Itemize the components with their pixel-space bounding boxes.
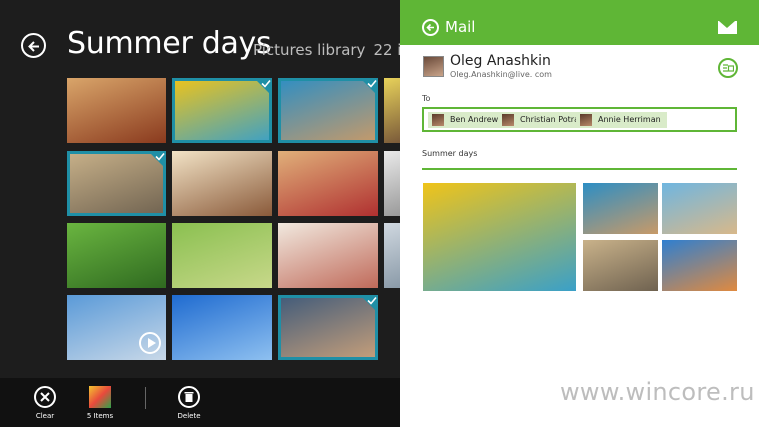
page-title: Summer days bbox=[67, 26, 272, 61]
screen: Summer days Pictures library 22 items Cle… bbox=[0, 0, 759, 427]
recipient-name: Annie Herriman bbox=[598, 115, 661, 124]
to-label: To bbox=[422, 94, 431, 103]
close-icon bbox=[34, 386, 56, 408]
send-mail-icon bbox=[723, 64, 734, 72]
recipient-chip[interactable]: Annie Herriman bbox=[576, 112, 667, 128]
mail-share-pane: Mail Oleg Anashkin Oleg.Anashkin@live. c… bbox=[400, 0, 759, 427]
send-button[interactable] bbox=[718, 58, 738, 78]
trash-icon bbox=[178, 386, 200, 408]
subject-field[interactable]: Summer days bbox=[422, 149, 477, 158]
mail-photo-jumping bbox=[662, 183, 737, 234]
photo-couple-pier[interactable] bbox=[278, 295, 378, 360]
library-subtitle: Pictures library 22 items bbox=[253, 41, 400, 59]
photos-app: Summer days Pictures library 22 items Cle… bbox=[0, 0, 400, 427]
recipient-name: Christian Potra bbox=[520, 115, 579, 124]
recipient-avatar bbox=[432, 114, 444, 126]
library-name: Pictures library bbox=[253, 41, 366, 59]
sender-email[interactable]: Oleg.Anashkin@live. com bbox=[450, 70, 552, 79]
app-bar: Clear 5 Items Delete bbox=[0, 378, 400, 427]
recipient-chip[interactable]: Ben Andrew bbox=[428, 112, 505, 128]
photo-toddler-grass[interactable] bbox=[67, 223, 166, 288]
video-skateboard[interactable] bbox=[67, 295, 166, 360]
sender-name: Oleg Anashkin bbox=[450, 53, 551, 69]
photo-girls-standing[interactable] bbox=[278, 151, 378, 216]
checkmark-icon bbox=[148, 151, 166, 169]
photo-child-bubbles[interactable] bbox=[172, 223, 272, 288]
photo-friends-sitting[interactable] bbox=[172, 151, 272, 216]
mail-title: Mail bbox=[445, 18, 476, 36]
photo-surfboard-girl[interactable] bbox=[67, 78, 166, 143]
checkmark-icon bbox=[254, 78, 272, 96]
play-icon bbox=[139, 332, 161, 354]
recipient-avatar bbox=[502, 114, 514, 126]
photo-skateboard-jump[interactable] bbox=[172, 295, 272, 360]
recipient-name: Ben Andrew bbox=[450, 115, 499, 124]
items-label: 5 Items bbox=[86, 412, 114, 420]
photo-family-sand[interactable] bbox=[67, 151, 166, 216]
mail-back-button[interactable] bbox=[422, 19, 439, 36]
selected-items-button[interactable]: 5 Items bbox=[80, 386, 120, 420]
appbar-divider bbox=[145, 387, 146, 409]
clear-label: Clear bbox=[35, 412, 55, 420]
mail-photo-girls-surfboard bbox=[423, 183, 576, 291]
checkmark-icon bbox=[360, 78, 378, 96]
sender-avatar bbox=[423, 56, 444, 77]
mail-photo-kids-beach bbox=[583, 183, 658, 234]
checkmark-icon bbox=[360, 295, 378, 313]
recipients-field[interactable]: Ben Andrew Christian Potra Annie Herrima… bbox=[422, 107, 737, 132]
back-button[interactable] bbox=[21, 33, 46, 58]
photo-edge-2[interactable] bbox=[384, 223, 400, 288]
item-count: 22 items bbox=[373, 41, 400, 59]
back-arrow-icon bbox=[426, 23, 434, 32]
photo-kids-beach[interactable] bbox=[278, 78, 378, 143]
envelope-icon bbox=[718, 21, 737, 34]
clear-button[interactable]: Clear bbox=[25, 386, 65, 420]
subject-underline bbox=[422, 168, 737, 170]
back-arrow-icon bbox=[28, 41, 39, 52]
delete-button[interactable]: Delete bbox=[169, 386, 209, 420]
photo-edge-1[interactable] bbox=[384, 151, 400, 216]
selection-thumbnail bbox=[89, 386, 111, 408]
watermark: www.wincore.ru bbox=[560, 378, 755, 406]
mail-photo-friends-hats bbox=[662, 240, 737, 291]
photo-girls-surfboard[interactable] bbox=[172, 78, 272, 143]
photo-girl-hands[interactable] bbox=[278, 223, 378, 288]
mail-header: Mail bbox=[400, 0, 759, 45]
mail-photo-family-sand bbox=[583, 240, 658, 291]
recipient-avatar bbox=[580, 114, 592, 126]
recipient-chip[interactable]: Christian Potra bbox=[498, 112, 585, 128]
delete-label: Delete bbox=[177, 412, 201, 420]
photo-surfboard-shore[interactable] bbox=[384, 78, 400, 143]
